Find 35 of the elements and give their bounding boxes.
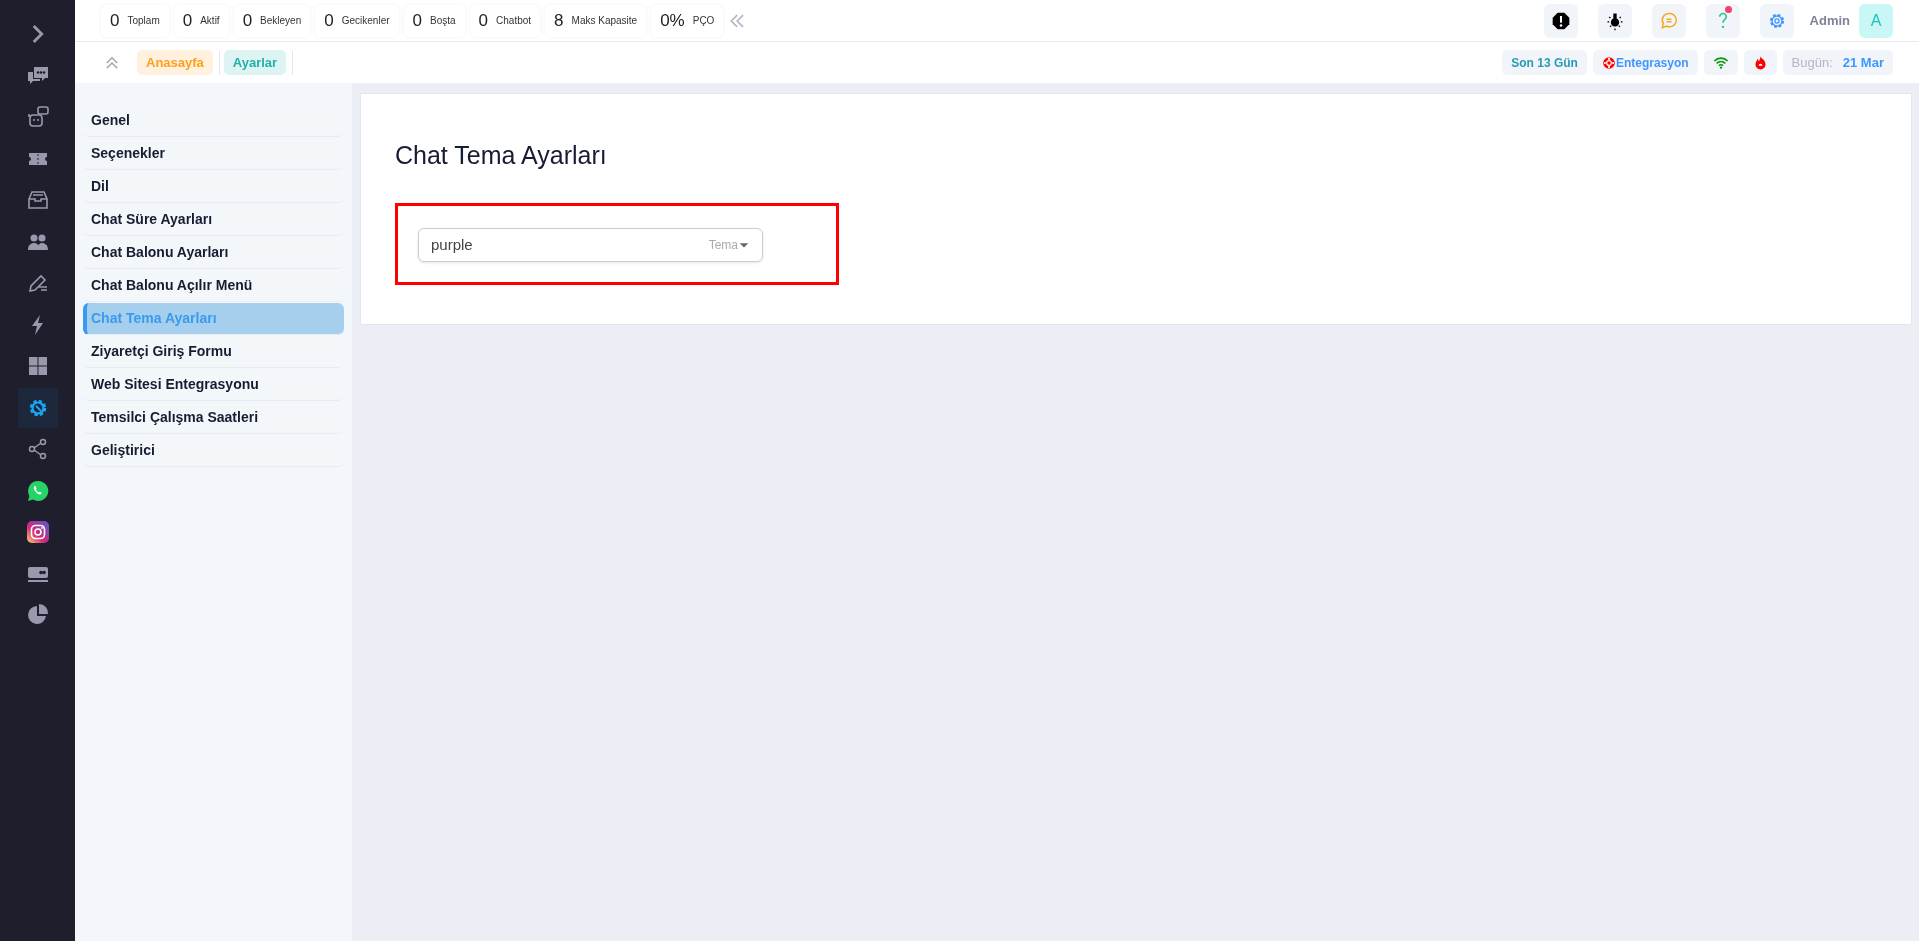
stat-value: 0 xyxy=(242,9,253,32)
stat-value: 0 xyxy=(182,9,193,32)
archive-drawer-icon xyxy=(25,188,50,212)
stat-value: 0 xyxy=(110,9,120,32)
theme-select[interactable]: purple Tema xyxy=(418,228,763,262)
stat-value: 0% xyxy=(660,9,685,32)
sidebar-item[interactable] xyxy=(17,387,58,428)
stat-label: PÇO xyxy=(692,14,715,28)
stat-label: Boşta xyxy=(430,14,456,28)
whatsapp-icon xyxy=(25,478,50,503)
stat-label: Bekleyen xyxy=(260,14,302,28)
stat-value: 0 xyxy=(478,9,489,32)
page-title: Chat Tema Ayarları xyxy=(395,140,608,170)
instagram-icon xyxy=(25,520,50,544)
user-name: Admin xyxy=(1809,11,1850,30)
pie-chart-icon xyxy=(25,603,50,627)
lifebuoy-icon xyxy=(1601,55,1616,70)
stat-value: 0 xyxy=(412,9,422,32)
wifi-icon xyxy=(1712,54,1729,71)
date-value: 21 Mar xyxy=(1842,53,1884,72)
stat-value: 0 xyxy=(324,9,334,32)
toolbar-button[interactable] xyxy=(1597,3,1632,38)
stat-value: 8 xyxy=(554,9,564,32)
stat-label: Maks Kapasite xyxy=(571,14,638,28)
period-badge: Son 13 Gün xyxy=(1502,50,1587,75)
toolbar-button[interactable] xyxy=(1543,3,1578,38)
stat-label: Gecikenler xyxy=(341,14,390,28)
stat-label: Toplam xyxy=(127,14,160,28)
expand-icon xyxy=(31,24,44,44)
alert-icon xyxy=(1550,10,1571,31)
stat-label: Aktif xyxy=(200,14,220,28)
date-label: Bugün: xyxy=(1791,53,1833,72)
chat-icon xyxy=(1658,10,1679,31)
stat-label: Chatbot xyxy=(496,14,532,28)
robot-icon xyxy=(25,105,50,129)
